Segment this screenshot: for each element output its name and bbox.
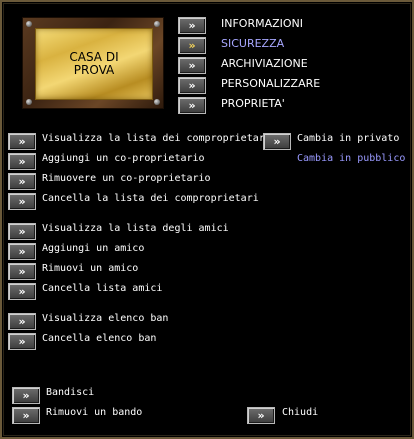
- house-name: CASA DI PROVA: [69, 50, 119, 77]
- house-sign-plaque: CASA DI PROVA: [22, 17, 164, 109]
- ban-button[interactable]: [12, 387, 40, 404]
- tab-informazioni[interactable]: INFORMAZIONI: [221, 16, 303, 31]
- tab-proprieta-button[interactable]: [178, 97, 206, 114]
- view-bans-button[interactable]: [8, 313, 36, 330]
- remove-coowner-button[interactable]: [8, 173, 36, 190]
- clear-bans-label: Cancella elenco ban: [42, 333, 157, 344]
- make-private-label: Cambia in privato: [297, 133, 400, 144]
- view-friends-button[interactable]: [8, 223, 36, 240]
- unban-label: Rimuovi un bando: [46, 407, 143, 418]
- view-bans-label: Visualizza elenco ban: [42, 313, 169, 324]
- view-coowners-button[interactable]: [8, 133, 36, 150]
- screw-icon: [26, 21, 32, 27]
- clear-coowners-label: Cancella la lista dei comproprietari: [42, 193, 259, 204]
- make-private-button[interactable]: [263, 133, 291, 150]
- tab-personalizzare[interactable]: PERSONALIZZARE: [221, 76, 320, 91]
- add-friend-label: Aggiungi un amico: [42, 243, 145, 254]
- view-coowners-label: Visualizza la lista dei comproprietari: [42, 133, 271, 144]
- add-friend-button[interactable]: [8, 243, 36, 260]
- remove-friend-label: Rimuovi un amico: [42, 263, 139, 274]
- screw-icon: [26, 99, 32, 105]
- tab-sicurezza[interactable]: SICUREZZA: [221, 36, 284, 51]
- remove-coowner-label: Rimuovere un co-proprietario: [42, 173, 211, 184]
- public-status-label: Cambia in pubblico: [297, 153, 406, 164]
- tab-personalizzare-button[interactable]: [178, 77, 206, 94]
- ban-label: Bandisci: [46, 387, 95, 398]
- tab-archiviazione[interactable]: ARCHIVIAZIONE: [221, 56, 308, 71]
- clear-coowners-button[interactable]: [8, 193, 36, 210]
- tab-proprieta[interactable]: PROPRIETA': [221, 96, 285, 111]
- clear-friends-button[interactable]: [8, 283, 36, 300]
- close-label: Chiudi: [282, 407, 319, 418]
- remove-friend-button[interactable]: [8, 263, 36, 280]
- tab-archiviazione-button[interactable]: [178, 57, 206, 74]
- screw-icon: [154, 21, 160, 27]
- close-button[interactable]: [247, 407, 275, 424]
- unban-button[interactable]: [12, 407, 40, 424]
- clear-friends-label: Cancella lista amici: [42, 283, 163, 294]
- plaque-gold-panel: CASA DI PROVA: [35, 28, 153, 100]
- view-friends-label: Visualizza la lista degli amici: [42, 223, 229, 234]
- screw-icon: [154, 99, 160, 105]
- tab-sicurezza-button[interactable]: [178, 37, 206, 54]
- clear-bans-button[interactable]: [8, 333, 36, 350]
- tab-informazioni-button[interactable]: [178, 17, 206, 34]
- add-coowner-label: Aggiungi un co-proprietario: [42, 153, 205, 164]
- add-coowner-button[interactable]: [8, 153, 36, 170]
